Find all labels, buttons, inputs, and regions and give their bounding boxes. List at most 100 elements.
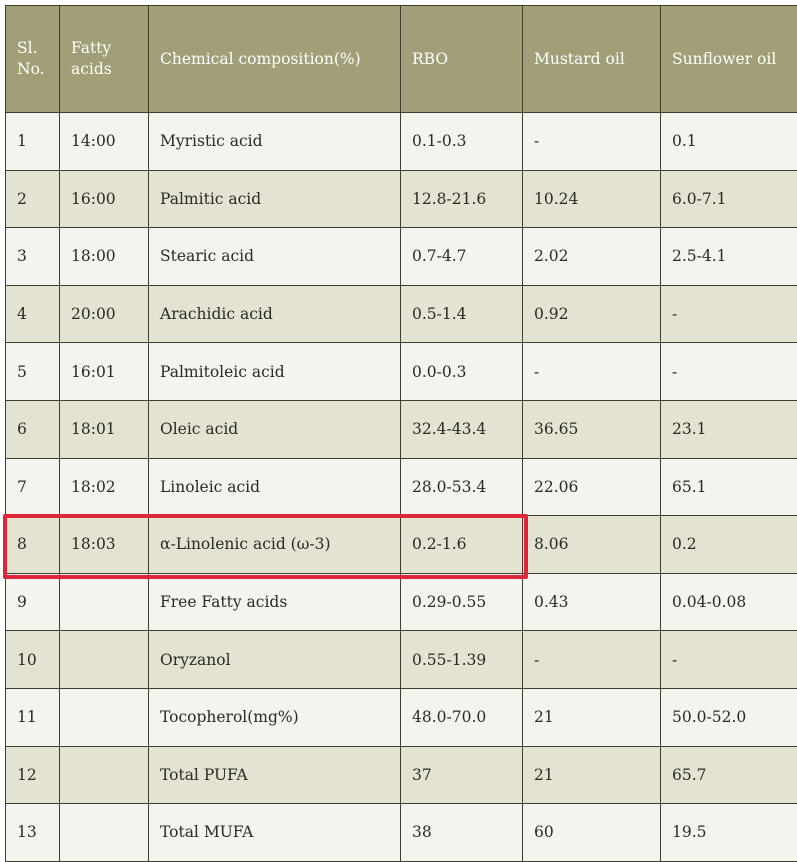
composition-cell: Tocopherol(mg%): [149, 688, 401, 746]
fatty-acid-cell: 16:01: [60, 343, 149, 401]
fatty-acid-cell: 14:00: [60, 113, 149, 171]
sl-no-cell: 11: [6, 688, 60, 746]
sunflower-oil-cell: 0.2: [661, 516, 797, 574]
composition-cell: Oleic acid: [149, 400, 401, 458]
mustard-oil-cell: 10.24: [523, 170, 661, 228]
sl-no-cell: 13: [6, 804, 60, 862]
composition-cell: Total PUFA: [149, 746, 401, 804]
composition-cell: Arachidic acid: [149, 285, 401, 343]
rbo-cell: 0.5-1.4: [401, 285, 523, 343]
mustard-oil-cell: 21: [523, 688, 661, 746]
mustard-oil-cell: -: [523, 113, 661, 171]
mustard-oil-cell: 0.43: [523, 573, 661, 631]
sunflower-oil-cell: 50.0-52.0: [661, 688, 797, 746]
table-row: 10Oryzanol0.55-1.39--: [6, 631, 797, 689]
composition-cell: Free Fatty acids: [149, 573, 401, 631]
rbo-cell: 0.55-1.39: [401, 631, 523, 689]
sl-no-cell: 8: [6, 516, 60, 574]
composition-cell: Total MUFA: [149, 804, 401, 862]
table-row: 12 Total PUFA372165.7: [6, 746, 797, 804]
table-row: 818:03α-Linolenic acid (ω-3)0.2-1.68.060…: [6, 516, 797, 574]
mustard-oil-cell: 36.65: [523, 400, 661, 458]
fatty-acid-cell: [60, 746, 149, 804]
sunflower-oil-cell: 2.5-4.1: [661, 228, 797, 286]
mustard-oil-cell: -: [523, 631, 661, 689]
sunflower-oil-cell: -: [661, 631, 797, 689]
fatty-acid-cell: 18:01: [60, 400, 149, 458]
header-mustard-oil: Mustard oil: [523, 6, 661, 113]
mustard-oil-cell: 8.06: [523, 516, 661, 574]
mustard-oil-cell: 22.06: [523, 458, 661, 516]
composition-cell: Oryzanol: [149, 631, 401, 689]
rbo-cell: 38: [401, 804, 523, 862]
header-chemical-composition: Chemical composition(%): [149, 6, 401, 113]
rbo-cell: 0.1-0.3: [401, 113, 523, 171]
rbo-cell: 0.0-0.3: [401, 343, 523, 401]
mustard-oil-cell: 60: [523, 804, 661, 862]
composition-cell: Linoleic acid: [149, 458, 401, 516]
table-row: 318:00Stearic acid0.7-4.72.022.5-4.1: [6, 228, 797, 286]
table-row: 114:00Myristic acid0.1-0.3-0.1: [6, 113, 797, 171]
mustard-oil-cell: 2.02: [523, 228, 661, 286]
rbo-cell: 48.0-70.0: [401, 688, 523, 746]
table-row: 420:00Arachidic acid0.5-1.40.92-: [6, 285, 797, 343]
sunflower-oil-cell: 0.1: [661, 113, 797, 171]
table-row: 9 Free Fatty acids0.29-0.550.430.04-0.08: [6, 573, 797, 631]
sl-no-cell: 12: [6, 746, 60, 804]
table-row: 216:00Palmitic acid12.8-21.610.246.0-7.1: [6, 170, 797, 228]
fatty-acid-cell: 18:00: [60, 228, 149, 286]
sl-no-cell: 10: [6, 631, 60, 689]
fatty-acid-cell: 16:00: [60, 170, 149, 228]
composition-cell: Myristic acid: [149, 113, 401, 171]
rbo-cell: 0.2-1.6: [401, 516, 523, 574]
header-sunflower-oil: Sunflower oil: [661, 6, 797, 113]
sunflower-oil-cell: 65.1: [661, 458, 797, 516]
composition-cell: Palmitoleic acid: [149, 343, 401, 401]
sl-no-cell: 6: [6, 400, 60, 458]
mustard-oil-cell: 21: [523, 746, 661, 804]
mustard-oil-cell: 0.92: [523, 285, 661, 343]
sl-no-cell: 4: [6, 285, 60, 343]
sl-no-cell: 3: [6, 228, 60, 286]
sl-no-cell: 5: [6, 343, 60, 401]
sunflower-oil-cell: 65.7: [661, 746, 797, 804]
table-row: 718:02Linoleic acid28.0-53.422.0665.1: [6, 458, 797, 516]
rbo-cell: 0.29-0.55: [401, 573, 523, 631]
fatty-acid-cell: 18:02: [60, 458, 149, 516]
sl-no-cell: 2: [6, 170, 60, 228]
sl-no-cell: 7: [6, 458, 60, 516]
header-sl-no: Sl. No.: [6, 6, 60, 113]
rbo-cell: 0.7-4.7: [401, 228, 523, 286]
rbo-cell: 32.4-43.4: [401, 400, 523, 458]
table-header: Sl. No. Fatty acids Chemical composition…: [6, 6, 797, 113]
rbo-cell: 37: [401, 746, 523, 804]
header-row: Sl. No. Fatty acids Chemical composition…: [6, 6, 797, 113]
fatty-acid-cell: [60, 631, 149, 689]
fatty-acid-cell: [60, 804, 149, 862]
sunflower-oil-cell: -: [661, 343, 797, 401]
table-body: 114:00Myristic acid0.1-0.3-0.1216:00Palm…: [6, 113, 797, 862]
sunflower-oil-cell: 23.1: [661, 400, 797, 458]
table-row: 11 Tocopherol(mg%)48.0-70.02150.0-52.0: [6, 688, 797, 746]
header-fatty-acids: Fatty acids: [60, 6, 149, 113]
fatty-acid-cell: 18:03: [60, 516, 149, 574]
sl-no-cell: 9: [6, 573, 60, 631]
table-row: 618:01Oleic acid32.4-43.436.6523.1: [6, 400, 797, 458]
composition-cell: Palmitic acid: [149, 170, 401, 228]
sunflower-oil-cell: -: [661, 285, 797, 343]
table-row: 516:01Palmitoleic acid0.0-0.3--: [6, 343, 797, 401]
composition-cell: α-Linolenic acid (ω-3): [149, 516, 401, 574]
mustard-oil-cell: -: [523, 343, 661, 401]
composition-cell: Stearic acid: [149, 228, 401, 286]
sunflower-oil-cell: 19.5: [661, 804, 797, 862]
fatty-acid-cell: 20:00: [60, 285, 149, 343]
sl-no-cell: 1: [6, 113, 60, 171]
fatty-acid-composition-table: Sl. No. Fatty acids Chemical composition…: [5, 5, 797, 862]
sunflower-oil-cell: 0.04-0.08: [661, 573, 797, 631]
header-rbo: RBO: [401, 6, 523, 113]
sunflower-oil-cell: 6.0-7.1: [661, 170, 797, 228]
fatty-acid-cell: [60, 688, 149, 746]
fatty-acid-cell: [60, 573, 149, 631]
rbo-cell: 12.8-21.6: [401, 170, 523, 228]
table-row: 13 Total MUFA386019.5: [6, 804, 797, 862]
